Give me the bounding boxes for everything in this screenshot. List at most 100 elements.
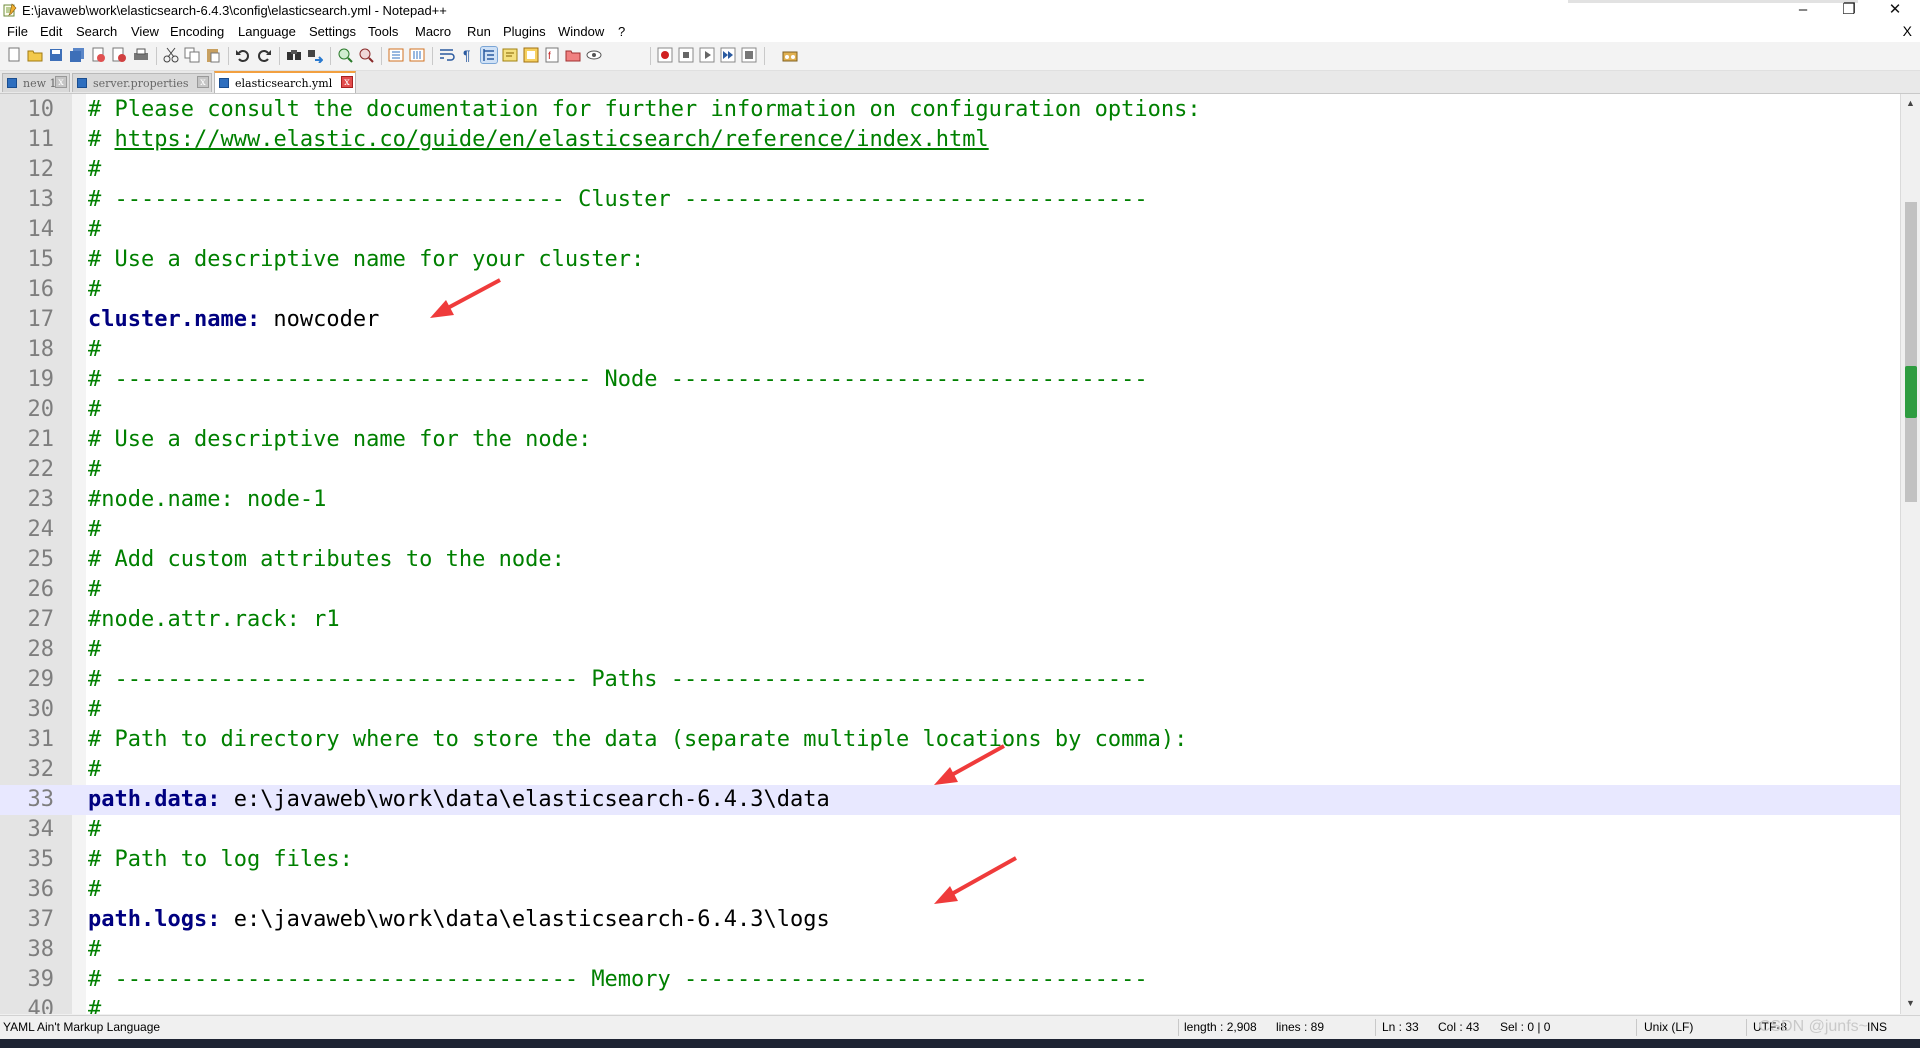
monitoring-icon[interactable] <box>586 47 602 63</box>
code-text[interactable]: cluster.name: nowcoder <box>88 305 379 335</box>
copy-icon[interactable] <box>184 47 200 63</box>
code-line[interactable]: 31 # Path to directory where to store the… <box>0 725 1900 755</box>
undo-icon[interactable] <box>235 47 251 63</box>
menu-language[interactable]: Language <box>238 24 296 39</box>
code-text[interactable]: # <box>88 935 101 965</box>
indent-guide-icon[interactable] <box>480 46 498 64</box>
close-document-button[interactable]: X <box>1903 23 1912 39</box>
code-text[interactable]: # Add custom attributes to the node: <box>88 545 565 575</box>
sync-vertical-icon[interactable] <box>388 47 404 63</box>
code-line[interactable]: 18 # <box>0 335 1900 365</box>
save-icon[interactable] <box>48 47 64 63</box>
code-text[interactable]: # Path to directory where to store the d… <box>88 725 1187 755</box>
cut-icon[interactable] <box>163 47 179 63</box>
menu-edit[interactable]: Edit <box>40 24 62 39</box>
code-line[interactable]: 19 # ------------------------------------… <box>0 365 1900 395</box>
scroll-down-arrow-icon[interactable]: ▼ <box>1906 998 1915 1008</box>
code-text[interactable]: # <box>88 215 101 245</box>
menu-settings[interactable]: Settings <box>309 24 356 39</box>
code-line[interactable]: 38 # <box>0 935 1900 965</box>
save-macro-icon[interactable] <box>741 47 757 63</box>
code-line[interactable]: 35 # Path to log files: <box>0 845 1900 875</box>
record-macro-icon[interactable] <box>657 47 673 63</box>
code-text[interactable]: # <box>88 695 101 725</box>
close-window-button[interactable]: ✕ <box>1872 0 1918 22</box>
code-text[interactable]: # ----------------------------------- Pa… <box>88 665 1148 695</box>
code-text[interactable]: # <box>88 755 101 785</box>
code-line[interactable]: 14 # <box>0 215 1900 245</box>
close-all-icon[interactable] <box>111 47 127 63</box>
maximize-button[interactable]: ❐ <box>1826 0 1872 22</box>
menu-encoding[interactable]: Encoding <box>170 24 224 39</box>
tab-new-1[interactable]: new 1 x <box>2 73 70 92</box>
spell-check-icon[interactable] <box>782 47 798 63</box>
paste-icon[interactable] <box>205 47 221 63</box>
menu-macro[interactable]: Macro <box>415 24 451 39</box>
code-line[interactable]: 39 # ----------------------------------- … <box>0 965 1900 995</box>
code-text[interactable]: # <box>88 155 101 185</box>
code-line[interactable]: 13 # ---------------------------------- C… <box>0 185 1900 215</box>
code-text[interactable]: # <box>88 575 101 605</box>
tab-close-icon[interactable]: x <box>341 76 353 88</box>
open-file-icon[interactable] <box>27 47 43 63</box>
menu-search[interactable]: Search <box>76 24 117 39</box>
code-text[interactable]: # Please consult the documentation for f… <box>88 95 1201 125</box>
code-line[interactable]: 17 cluster.name: nowcoder <box>0 305 1900 335</box>
zoom-in-icon[interactable] <box>337 47 353 63</box>
code-text[interactable]: # Use a descriptive name for the node: <box>88 425 591 455</box>
editor[interactable]: 10 # Please consult the documentation for… <box>0 94 1900 1014</box>
menu-plugins[interactable]: Plugins <box>503 24 546 39</box>
code-text[interactable]: # ----------------------------------- Me… <box>88 965 1148 995</box>
run-macro-multiple-icon[interactable] <box>720 47 736 63</box>
code-line[interactable]: 29 # ----------------------------------- … <box>0 665 1900 695</box>
code-line[interactable]: 27 #node.attr.rack: r1 <box>0 605 1900 635</box>
code-line[interactable]: 21 # Use a descriptive name for the node: <box>0 425 1900 455</box>
zoom-out-icon[interactable] <box>358 47 374 63</box>
code-text[interactable]: # Path to log files: <box>88 845 353 875</box>
code-line[interactable]: 25 # Add custom attributes to the node: <box>0 545 1900 575</box>
code-line[interactable]: 23 #node.name: node-1 <box>0 485 1900 515</box>
code-text[interactable]: path.logs: e:\javaweb\work\data\elastics… <box>88 905 830 935</box>
code-line[interactable]: 24 # <box>0 515 1900 545</box>
code-text[interactable]: # Use a descriptive name for your cluste… <box>88 245 644 275</box>
code-text[interactable]: #node.attr.rack: r1 <box>88 605 340 635</box>
menu-tools[interactable]: Tools <box>368 24 398 39</box>
scrollbar-thumb[interactable] <box>1905 202 1917 502</box>
function-list-icon[interactable]: f <box>544 47 560 63</box>
code-line[interactable]: 16 # <box>0 275 1900 305</box>
code-line[interactable]: 22 # <box>0 455 1900 485</box>
code-lines[interactable]: 10 # Please consult the documentation for… <box>0 95 1900 1014</box>
code-text[interactable]: # <box>88 875 101 905</box>
minimize-button[interactable]: – <box>1780 0 1826 22</box>
word-wrap-icon[interactable] <box>439 47 455 63</box>
code-line[interactable]: 37 path.logs: e:\javaweb\work\data\elasti… <box>0 905 1900 935</box>
play-macro-icon[interactable] <box>699 47 715 63</box>
menu-window[interactable]: Window <box>558 24 604 39</box>
save-all-icon[interactable] <box>69 47 85 63</box>
code-line[interactable]: 11 # https://www.elastic.co/guide/en/elas… <box>0 125 1900 155</box>
code-text[interactable]: # https://www.elastic.co/guide/en/elasti… <box>88 125 989 155</box>
code-line[interactable]: 28 # <box>0 635 1900 665</box>
current-code-line[interactable]: 33 path.data: e:\javaweb\work\data\elasti… <box>0 785 1900 815</box>
folder-workspace-icon[interactable] <box>565 47 581 63</box>
replace-icon[interactable] <box>307 47 324 64</box>
print-icon[interactable] <box>133 47 149 63</box>
tab-server-properties[interactable]: server.properties x <box>72 73 212 92</box>
code-line[interactable]: 10 # Please consult the documentation for… <box>0 95 1900 125</box>
document-map-icon[interactable] <box>523 47 539 63</box>
stop-macro-icon[interactable] <box>678 47 694 63</box>
code-line[interactable]: 26 # <box>0 575 1900 605</box>
url-link[interactable]: https://www.elastic.co/guide/en/elastics… <box>115 127 989 152</box>
menu-help[interactable]: ? <box>618 24 625 39</box>
scroll-up-arrow-icon[interactable]: ▲ <box>1906 98 1915 108</box>
vertical-scrollbar[interactable]: ▲ ▼ <box>1900 94 1920 1014</box>
code-text[interactable]: # <box>88 995 101 1014</box>
redo-icon[interactable] <box>256 47 272 63</box>
find-icon[interactable] <box>286 47 302 63</box>
code-text[interactable]: # ------------------------------------ N… <box>88 365 1148 395</box>
menu-view[interactable]: View <box>131 24 159 39</box>
tab-close-icon[interactable]: x <box>197 76 209 88</box>
code-line[interactable]: 36 # <box>0 875 1900 905</box>
tab-close-icon[interactable]: x <box>55 76 67 88</box>
code-line[interactable]: 30 # <box>0 695 1900 725</box>
